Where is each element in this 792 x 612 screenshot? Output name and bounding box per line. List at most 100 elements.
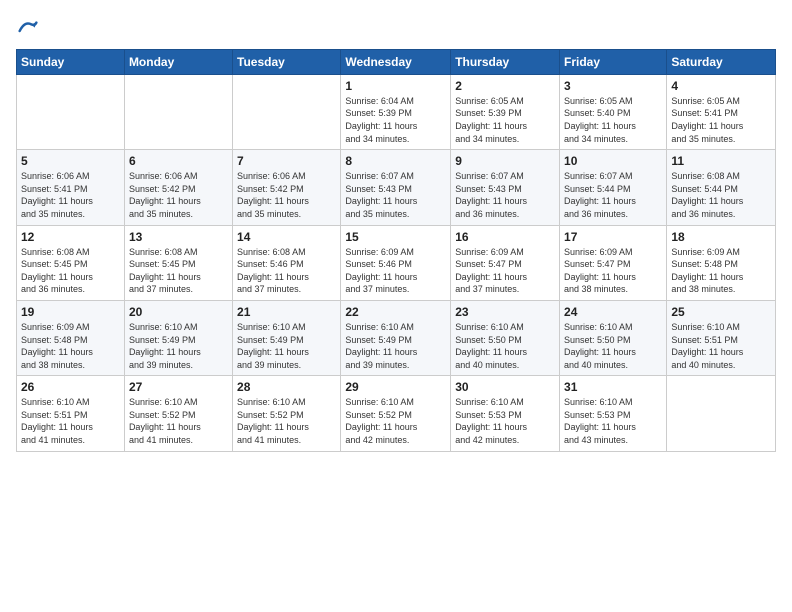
day-cell-17: 17Sunrise: 6:09 AM Sunset: 5:47 PM Dayli… <box>560 225 667 300</box>
day-number: 20 <box>129 305 228 319</box>
day-number: 18 <box>671 230 771 244</box>
day-cell-21: 21 Sunrise: 6:10 AM Sunset: 5:49 PM Dayli… <box>233 300 341 375</box>
day-info: Sunrise: 6:06 AM Sunset: 5:41 PM Dayligh… <box>21 170 120 220</box>
empty-cell <box>667 376 776 451</box>
calendar-week-1: 1 Sunrise: 6:04 AM Sunset: 5:39 PM Daylig… <box>17 74 776 149</box>
calendar-header-row: SundayMondayTuesdayWednesdayThursdayFrid… <box>17 49 776 74</box>
empty-cell <box>124 74 232 149</box>
day-info: Sunrise: 6:10 AM Sunset: 5:50 PM Dayligh… <box>455 321 555 371</box>
day-cell-3: 3Sunrise: 6:05 AM Sunset: 5:40 PM Daylig… <box>560 74 667 149</box>
day-info: Sunrise: 6:10 AM Sunset: 5:52 PM Dayligh… <box>129 396 228 446</box>
day-number: 11 <box>671 154 771 168</box>
day-cell-7: 7 Sunrise: 6:06 AM Sunset: 5:42 PM Daylig… <box>233 150 341 225</box>
day-info: Sunrise: 6:10 AM Sunset: 5:49 PM Dayligh… <box>237 321 336 371</box>
day-number: 14 <box>237 230 336 244</box>
calendar-week-3: 12 Sunrise: 6:08 AM Sunset: 5:45 PM Dayli… <box>17 225 776 300</box>
day-info: Sunrise: 6:08 AM Sunset: 5:45 PM Dayligh… <box>21 246 120 296</box>
day-info: Sunrise: 6:08 AM Sunset: 5:44 PM Dayligh… <box>671 170 771 220</box>
column-header-tuesday: Tuesday <box>233 49 341 74</box>
day-number: 21 <box>237 305 336 319</box>
day-number: 24 <box>564 305 662 319</box>
day-info: Sunrise: 6:09 AM Sunset: 5:47 PM Dayligh… <box>455 246 555 296</box>
day-number: 29 <box>345 380 446 394</box>
day-number: 3 <box>564 79 662 93</box>
day-number: 12 <box>21 230 120 244</box>
day-cell-19: 19 Sunrise: 6:09 AM Sunset: 5:48 PM Dayli… <box>17 300 125 375</box>
calendar-week-2: 5 Sunrise: 6:06 AM Sunset: 5:41 PM Daylig… <box>17 150 776 225</box>
column-header-sunday: Sunday <box>17 49 125 74</box>
day-number: 10 <box>564 154 662 168</box>
day-number: 5 <box>21 154 120 168</box>
page-header <box>16 16 776 41</box>
day-cell-11: 11 Sunrise: 6:08 AM Sunset: 5:44 PM Dayli… <box>667 150 776 225</box>
day-number: 7 <box>237 154 336 168</box>
day-cell-27: 27 Sunrise: 6:10 AM Sunset: 5:52 PM Dayli… <box>124 376 232 451</box>
day-number: 2 <box>455 79 555 93</box>
calendar-week-5: 26Sunrise: 6:10 AM Sunset: 5:51 PM Dayli… <box>17 376 776 451</box>
day-cell-14: 14 Sunrise: 6:08 AM Sunset: 5:46 PM Dayli… <box>233 225 341 300</box>
day-info: Sunrise: 6:07 AM Sunset: 5:43 PM Dayligh… <box>345 170 446 220</box>
day-number: 4 <box>671 79 771 93</box>
column-header-friday: Friday <box>560 49 667 74</box>
day-cell-9: 9 Sunrise: 6:07 AM Sunset: 5:43 PM Daylig… <box>451 150 560 225</box>
day-info: Sunrise: 6:06 AM Sunset: 5:42 PM Dayligh… <box>237 170 336 220</box>
day-cell-1: 1 Sunrise: 6:04 AM Sunset: 5:39 PM Daylig… <box>341 74 451 149</box>
day-cell-8: 8Sunrise: 6:07 AM Sunset: 5:43 PM Daylig… <box>341 150 451 225</box>
day-number: 22 <box>345 305 446 319</box>
day-number: 31 <box>564 380 662 394</box>
day-cell-20: 20Sunrise: 6:10 AM Sunset: 5:49 PM Dayli… <box>124 300 232 375</box>
day-info: Sunrise: 6:10 AM Sunset: 5:51 PM Dayligh… <box>21 396 120 446</box>
day-info: Sunrise: 6:07 AM Sunset: 5:44 PM Dayligh… <box>564 170 662 220</box>
day-cell-12: 12 Sunrise: 6:08 AM Sunset: 5:45 PM Dayli… <box>17 225 125 300</box>
day-info: Sunrise: 6:10 AM Sunset: 5:52 PM Dayligh… <box>345 396 446 446</box>
day-cell-13: 13 Sunrise: 6:08 AM Sunset: 5:45 PM Dayli… <box>124 225 232 300</box>
day-info: Sunrise: 6:04 AM Sunset: 5:39 PM Dayligh… <box>345 95 446 145</box>
day-info: Sunrise: 6:09 AM Sunset: 5:46 PM Dayligh… <box>345 246 446 296</box>
day-number: 28 <box>237 380 336 394</box>
day-cell-24: 24 Sunrise: 6:10 AM Sunset: 5:50 PM Dayli… <box>560 300 667 375</box>
day-info: Sunrise: 6:08 AM Sunset: 5:46 PM Dayligh… <box>237 246 336 296</box>
day-cell-2: 2 Sunrise: 6:05 AM Sunset: 5:39 PM Daylig… <box>451 74 560 149</box>
column-header-wednesday: Wednesday <box>341 49 451 74</box>
day-cell-16: 16 Sunrise: 6:09 AM Sunset: 5:47 PM Dayli… <box>451 225 560 300</box>
logo <box>16 16 38 41</box>
day-info: Sunrise: 6:10 AM Sunset: 5:53 PM Dayligh… <box>564 396 662 446</box>
column-header-monday: Monday <box>124 49 232 74</box>
day-cell-10: 10 Sunrise: 6:07 AM Sunset: 5:44 PM Dayli… <box>560 150 667 225</box>
day-info: Sunrise: 6:10 AM Sunset: 5:52 PM Dayligh… <box>237 396 336 446</box>
day-number: 30 <box>455 380 555 394</box>
day-info: Sunrise: 6:09 AM Sunset: 5:48 PM Dayligh… <box>21 321 120 371</box>
column-header-thursday: Thursday <box>451 49 560 74</box>
day-cell-18: 18 Sunrise: 6:09 AM Sunset: 5:48 PM Dayli… <box>667 225 776 300</box>
day-number: 13 <box>129 230 228 244</box>
column-header-saturday: Saturday <box>667 49 776 74</box>
calendar-table: SundayMondayTuesdayWednesdayThursdayFrid… <box>16 49 776 452</box>
day-info: Sunrise: 6:05 AM Sunset: 5:39 PM Dayligh… <box>455 95 555 145</box>
day-number: 25 <box>671 305 771 319</box>
logo-icon <box>18 16 38 36</box>
day-cell-26: 26Sunrise: 6:10 AM Sunset: 5:51 PM Dayli… <box>17 376 125 451</box>
day-info: Sunrise: 6:06 AM Sunset: 5:42 PM Dayligh… <box>129 170 228 220</box>
day-number: 23 <box>455 305 555 319</box>
day-info: Sunrise: 6:08 AM Sunset: 5:45 PM Dayligh… <box>129 246 228 296</box>
day-cell-22: 22Sunrise: 6:10 AM Sunset: 5:49 PM Dayli… <box>341 300 451 375</box>
day-info: Sunrise: 6:09 AM Sunset: 5:48 PM Dayligh… <box>671 246 771 296</box>
day-number: 19 <box>21 305 120 319</box>
day-info: Sunrise: 6:10 AM Sunset: 5:50 PM Dayligh… <box>564 321 662 371</box>
day-cell-30: 30Sunrise: 6:10 AM Sunset: 5:53 PM Dayli… <box>451 376 560 451</box>
day-cell-5: 5 Sunrise: 6:06 AM Sunset: 5:41 PM Daylig… <box>17 150 125 225</box>
day-number: 27 <box>129 380 228 394</box>
day-number: 16 <box>455 230 555 244</box>
day-cell-31: 31 Sunrise: 6:10 AM Sunset: 5:53 PM Dayli… <box>560 376 667 451</box>
day-number: 15 <box>345 230 446 244</box>
day-number: 9 <box>455 154 555 168</box>
day-cell-15: 15 Sunrise: 6:09 AM Sunset: 5:46 PM Dayli… <box>341 225 451 300</box>
empty-cell <box>17 74 125 149</box>
day-number: 1 <box>345 79 446 93</box>
empty-cell <box>233 74 341 149</box>
day-cell-23: 23 Sunrise: 6:10 AM Sunset: 5:50 PM Dayli… <box>451 300 560 375</box>
day-info: Sunrise: 6:10 AM Sunset: 5:51 PM Dayligh… <box>671 321 771 371</box>
day-cell-4: 4Sunrise: 6:05 AM Sunset: 5:41 PM Daylig… <box>667 74 776 149</box>
day-info: Sunrise: 6:07 AM Sunset: 5:43 PM Dayligh… <box>455 170 555 220</box>
day-info: Sunrise: 6:09 AM Sunset: 5:47 PM Dayligh… <box>564 246 662 296</box>
